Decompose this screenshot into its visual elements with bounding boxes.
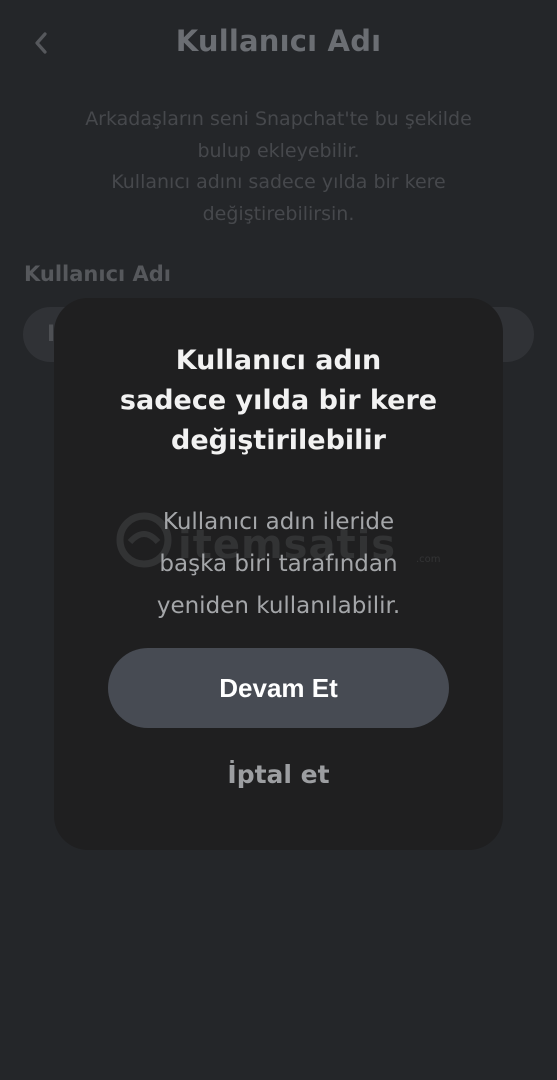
username-field-label: Kullanıcı Adı [24,262,172,286]
dialog-body-line: yeniden kullanılabilir. [156,593,401,619]
dialog-title-line: sadece yılda bir kere [119,385,438,416]
dialog-title-line: Kullanıcı adın [175,345,382,376]
dialog-title-line: değiştirilebilir [171,425,386,456]
description-text: Arkadaşların seni Snapchat'te bu şekilde… [50,104,507,230]
page-title: Kullanıcı Adı [175,24,382,58]
dialog-title: Kullanıcı adın sadece yılda bir kere değ… [54,341,503,461]
dialog-body-line: başka biri tarafından [159,551,398,577]
header: Kullanıcı Adı [0,0,557,90]
description-line: Arkadaşların seni Snapchat'te bu şekilde [85,108,472,130]
username-screen: Kullanıcı Adı Arkadaşların seni Snapchat… [0,0,557,1080]
confirm-dialog: Kullanıcı adın sadece yılda bir kere değ… [54,298,503,850]
description-line: bulup ekleyebilir. [197,139,360,162]
continue-button[interactable]: Devam Et [108,648,449,728]
dialog-body: Kullanıcı adın ileride başka biri tarafı… [54,501,503,627]
cancel-button[interactable]: İptal et [54,760,503,789]
dialog-body-line: Kullanıcı adın ileride [162,509,395,535]
description-line: değiştirebilirsin. [202,202,355,225]
description-line: Kullanıcı adını sadece yılda bir kere [111,171,446,193]
